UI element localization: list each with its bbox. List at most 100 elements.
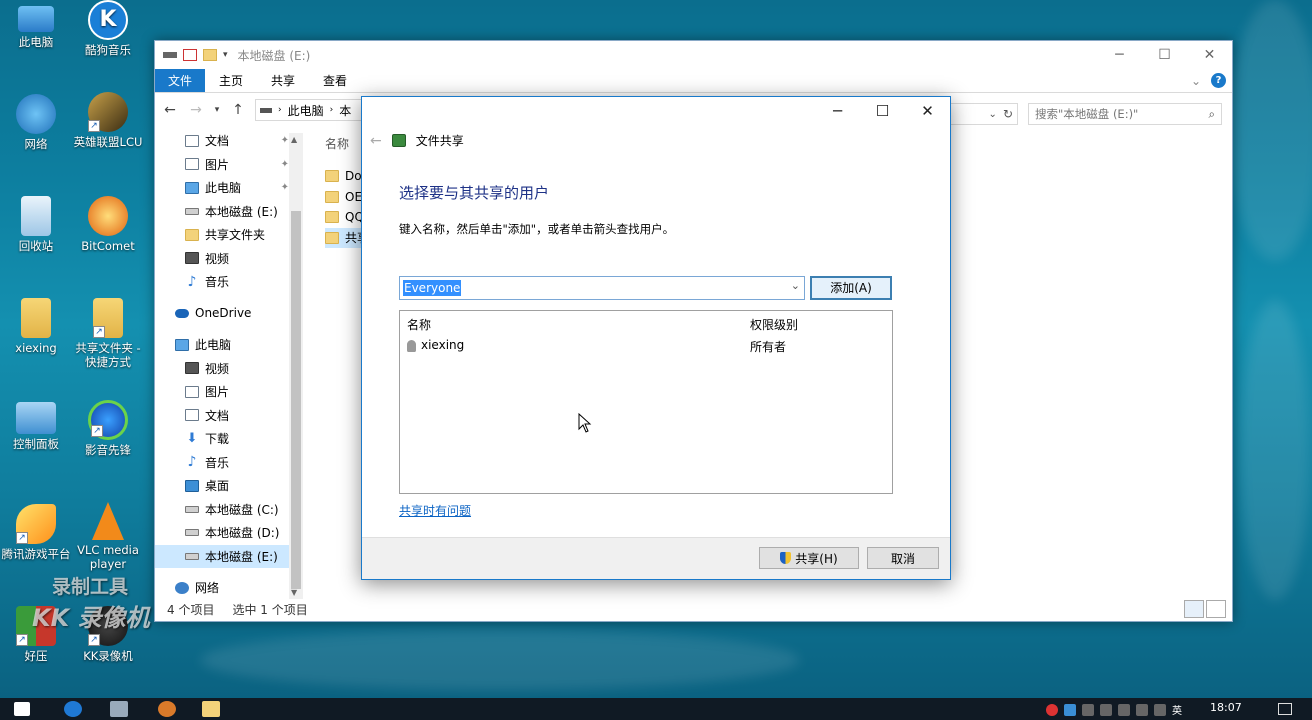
nav-item-music[interactable]: ♪ 音乐 bbox=[155, 451, 303, 475]
chevron-down-icon[interactable]: ⌄ bbox=[791, 279, 800, 292]
user-name-input-value[interactable]: Everyone bbox=[403, 280, 462, 296]
volume-tray-icon[interactable] bbox=[1154, 703, 1166, 716]
forward-button[interactable]: → bbox=[187, 102, 205, 118]
address-dropdown-icon[interactable]: ⌄ bbox=[989, 109, 997, 120]
breadcrumb-current[interactable]: 本 bbox=[339, 102, 351, 119]
desktop-icon-xiexing[interactable]: xiexing bbox=[0, 298, 72, 355]
desktop-icon-bitcomet[interactable]: BitComet bbox=[72, 196, 144, 253]
chevron-down-icon[interactable]: ▾ bbox=[223, 50, 228, 60]
shortcut-arrow-icon: ↗ bbox=[91, 425, 103, 437]
nav-item-videos[interactable]: 视频 bbox=[155, 357, 303, 381]
desktop-icon-vlc[interactable]: VLC media player bbox=[72, 502, 144, 572]
user-row[interactable]: xiexing 所有者 bbox=[400, 334, 892, 356]
user-list-header: 名称 权限级别 bbox=[400, 311, 892, 334]
desktop-icon-network[interactable]: 网络 bbox=[0, 94, 72, 151]
scroll-up-icon[interactable]: ▲ bbox=[291, 135, 297, 144]
tray-app-icon[interactable] bbox=[1100, 703, 1112, 716]
nav-pane-scrollbar[interactable]: ▲ ▼ bbox=[289, 133, 303, 599]
tray-app-icon[interactable] bbox=[1082, 703, 1094, 716]
cancel-button[interactable]: 取消 bbox=[867, 547, 939, 569]
sharing-trouble-link[interactable]: 共享时有问题 bbox=[399, 502, 471, 519]
tab-file[interactable]: 文件 bbox=[155, 69, 206, 92]
nav-item-this-pc[interactable]: 此电脑 bbox=[155, 333, 303, 357]
start-windows-icon[interactable] bbox=[14, 702, 30, 716]
scroll-down-icon[interactable]: ▼ bbox=[291, 588, 297, 597]
nav-item-music-quick[interactable]: ♪ 音乐 bbox=[155, 270, 303, 294]
drive-icon bbox=[185, 505, 199, 513]
user-name-combobox[interactable]: Everyone ⌄ bbox=[399, 276, 805, 300]
kk-recorder-taskbar-icon[interactable] bbox=[158, 701, 176, 717]
pin-icon: ✦ bbox=[280, 158, 289, 170]
nav-item-onedrive[interactable]: OneDrive bbox=[155, 302, 303, 326]
nav-item-pictures-pinned[interactable]: 图片 ✦ bbox=[155, 153, 303, 177]
drive-icon bbox=[163, 52, 177, 58]
nav-item-shared-folder[interactable]: 共享文件夹 bbox=[155, 223, 303, 247]
action-center-icon[interactable] bbox=[1278, 703, 1292, 715]
ime-indicator[interactable]: 英 bbox=[1172, 702, 1182, 717]
help-icon[interactable]: ? bbox=[1211, 73, 1226, 88]
taskbar-clock[interactable]: 18:07 bbox=[1210, 701, 1242, 714]
nav-item-videos-quick[interactable]: 视频 bbox=[155, 247, 303, 271]
tray-app-icon[interactable] bbox=[1046, 703, 1058, 716]
desktop-icon-share-folder-shortcut[interactable]: ↗ 共享文件夹 - 快捷方式 bbox=[70, 298, 146, 370]
column-header-name[interactable]: 名称 bbox=[407, 316, 431, 333]
permission-level-cell[interactable]: 所有者 bbox=[750, 338, 786, 355]
new-folder-icon[interactable] bbox=[203, 49, 217, 61]
desktop-icon-xfplay[interactable]: ↗ 影音先锋 bbox=[72, 400, 144, 457]
breadcrumb-this-pc[interactable]: 此电脑 bbox=[288, 102, 324, 119]
minimize-button[interactable]: ─ bbox=[815, 97, 860, 125]
tray-app-icon[interactable] bbox=[1064, 703, 1076, 716]
search-input[interactable]: 搜索"本地磁盘 (E:)" ⌕ bbox=[1028, 103, 1222, 125]
nav-item-documents-pinned[interactable]: 文档 ✦ bbox=[155, 129, 303, 153]
maximize-button[interactable]: ☐ bbox=[860, 97, 905, 125]
pen-app-icon[interactable] bbox=[110, 701, 128, 717]
address-bar[interactable]: › 此电脑 › 本 bbox=[255, 99, 363, 121]
nav-item-documents[interactable]: 文档 bbox=[155, 404, 303, 428]
tab-home[interactable]: 主页 bbox=[205, 69, 257, 92]
large-icons-view-icon[interactable] bbox=[1206, 600, 1226, 618]
recent-locations-button[interactable]: ▾ bbox=[213, 105, 221, 115]
share-button[interactable]: 共享(H) bbox=[759, 547, 859, 569]
column-header-permission[interactable]: 权限级别 bbox=[750, 316, 798, 333]
nav-item-pictures[interactable]: 图片 bbox=[155, 380, 303, 404]
expand-ribbon-icon[interactable]: ⌄ bbox=[1191, 74, 1201, 88]
drive-icon bbox=[260, 107, 272, 113]
desktop-icon-lol[interactable]: ↗ 英雄联盟LCU bbox=[72, 92, 144, 149]
shortcut-arrow-icon: ↗ bbox=[16, 634, 28, 646]
add-button[interactable]: 添加(A) bbox=[810, 276, 892, 300]
network-tray-icon[interactable] bbox=[1136, 703, 1148, 716]
tab-share[interactable]: 共享 bbox=[257, 69, 309, 92]
close-button[interactable]: ✕ bbox=[1187, 41, 1232, 69]
close-button[interactable]: ✕ bbox=[905, 97, 950, 125]
nav-item-network[interactable]: 网络 bbox=[155, 576, 303, 600]
desktop-icon-kugou[interactable]: K 酷狗音乐 bbox=[72, 0, 144, 57]
explorer-titlebar: ▾ 本地磁盘 (E:) ─ ☐ ✕ bbox=[155, 41, 1232, 69]
nav-item-drive-e-quick[interactable]: 本地磁盘 (E:) bbox=[155, 200, 303, 224]
desktop-icon-control-panel[interactable]: 控制面板 bbox=[0, 402, 72, 451]
scrollbar-thumb[interactable] bbox=[291, 211, 301, 589]
nav-item-this-pc-pinned[interactable]: 此电脑 ✦ bbox=[155, 176, 303, 200]
tab-view[interactable]: 查看 bbox=[309, 69, 361, 92]
nav-item-drive-c[interactable]: 本地磁盘 (C:) bbox=[155, 498, 303, 522]
desktop-icon-recycle-bin[interactable]: 回收站 bbox=[0, 196, 72, 253]
nav-item-downloads[interactable]: ⬇ 下载 bbox=[155, 427, 303, 451]
minimize-button[interactable]: ─ bbox=[1097, 41, 1142, 69]
explorer-title: 本地磁盘 (E:) bbox=[237, 48, 311, 63]
nav-item-drive-e[interactable]: 本地磁盘 (E:) bbox=[155, 544, 303, 568]
refresh-icon[interactable]: ↻ bbox=[1003, 107, 1013, 121]
back-arrow-icon[interactable]: ← bbox=[370, 133, 382, 149]
maximize-button[interactable]: ☐ bbox=[1142, 41, 1187, 69]
nav-item-desktop[interactable]: 桌面 bbox=[155, 474, 303, 498]
file-explorer-taskbar-icon[interactable] bbox=[202, 701, 220, 717]
control-panel-icon bbox=[16, 402, 56, 434]
details-view-icon[interactable] bbox=[1184, 600, 1204, 618]
nav-item-drive-d[interactable]: 本地磁盘 (D:) bbox=[155, 521, 303, 545]
tray-app-icon[interactable] bbox=[1118, 703, 1130, 716]
desktop-icon-this-pc[interactable]: 此电脑 bbox=[0, 0, 72, 49]
desktop-icon-tencent-games[interactable]: ↗ 腾讯游戏平台 bbox=[0, 504, 72, 561]
edge-browser-icon[interactable] bbox=[64, 701, 82, 717]
up-button[interactable]: ↑ bbox=[229, 102, 247, 118]
back-button[interactable]: ← bbox=[161, 102, 179, 118]
desktop-icon-label: 腾讯游戏平台 bbox=[1, 547, 71, 561]
properties-icon[interactable] bbox=[183, 49, 197, 61]
